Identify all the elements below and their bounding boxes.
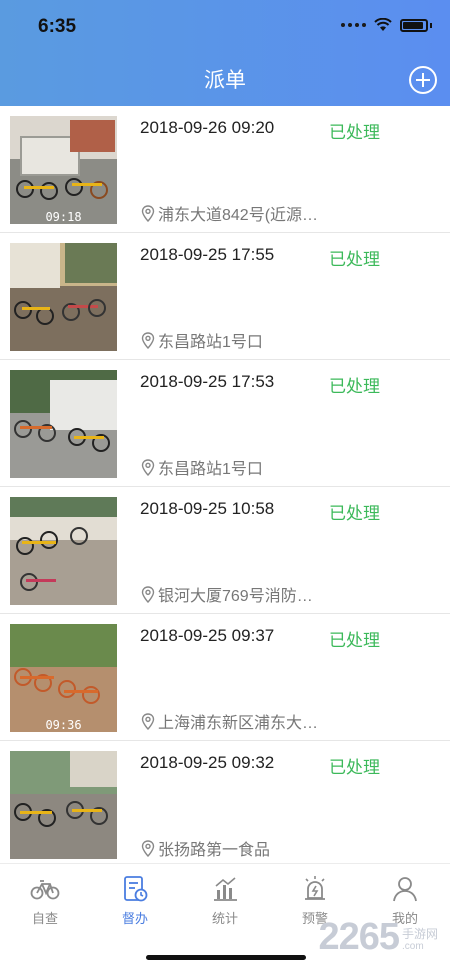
tab-label: 统计	[211, 911, 238, 926]
battery-icon	[400, 18, 428, 32]
order-row[interactable]: 2018-09-25 10:58 已处理 银河大厦769号消防…	[0, 487, 450, 614]
order-list[interactable]: 09:18 2018-09-26 09:20 已处理 浦东大道842号(近源… …	[0, 106, 450, 863]
tab-self-check[interactable]: 自查	[15, 874, 75, 927]
tab-label: 自查	[31, 911, 58, 926]
watermark-cn: 手游网	[401, 927, 438, 941]
order-photo: 09:36	[10, 624, 117, 732]
order-photo: 09:18	[10, 116, 117, 224]
order-location-text: 浦东大道842号(近源…	[158, 207, 319, 224]
order-datetime: 2018-09-25 09:32	[140, 753, 275, 772]
order-status: 已处理	[329, 631, 380, 650]
order-location: 张扬路第一食品	[141, 836, 270, 860]
add-order-button[interactable]	[409, 66, 437, 94]
order-photo	[10, 370, 117, 478]
status-icons	[341, 18, 432, 32]
order-row[interactable]: 09:18 2018-09-26 09:20 已处理 浦东大道842号(近源…	[0, 106, 450, 233]
order-status: 已处理	[329, 377, 380, 396]
order-photo	[10, 243, 117, 351]
order-location-text: 上海浦东新区浦东大…	[158, 715, 319, 732]
location-pin-icon	[141, 839, 155, 857]
order-datetime: 2018-09-25 09:37	[140, 626, 275, 645]
order-location: 东昌路站1号口	[141, 328, 263, 352]
order-location: 东昌路站1号口	[141, 455, 263, 479]
order-location-text: 张扬路第一食品	[158, 842, 271, 859]
tab-label: 督办	[121, 911, 148, 926]
location-pin-icon	[141, 458, 155, 476]
app-header: 6:35 派单	[0, 0, 450, 106]
tab-supervise[interactable]: 督办	[105, 874, 165, 927]
photo-timestamp: 09:18	[45, 210, 82, 224]
order-location-text: 东昌路站1号口	[158, 334, 263, 351]
status-time: 6:35	[38, 16, 77, 37]
order-row[interactable]: 2018-09-25 17:53 已处理 东昌路站1号口	[0, 360, 450, 487]
photo-timestamp: 09:36	[45, 718, 82, 732]
order-location: 上海浦东新区浦东大…	[141, 709, 318, 733]
order-status: 已处理	[329, 758, 380, 777]
signal-icon	[341, 23, 366, 27]
location-pin-icon	[141, 712, 155, 730]
watermark-com: .com	[401, 941, 424, 952]
order-row[interactable]: 09:36 2018-09-25 09:37 已处理 上海浦东新区浦东大…	[0, 614, 450, 741]
supervise-doc-icon	[124, 876, 148, 902]
home-indicator[interactable]	[146, 955, 306, 960]
order-photo	[10, 497, 117, 605]
bar-chart-icon	[214, 877, 237, 901]
order-photo	[10, 751, 117, 859]
watermark-number: 2265	[318, 916, 400, 958]
order-datetime: 2018-09-25 17:53	[140, 372, 275, 391]
order-datetime: 2018-09-26 09:20	[140, 118, 275, 137]
location-pin-icon	[141, 331, 155, 349]
order-datetime: 2018-09-25 17:55	[140, 245, 275, 264]
order-status: 已处理	[329, 504, 380, 523]
order-location-text: 东昌路站1号口	[158, 461, 263, 478]
wifi-icon	[374, 18, 392, 31]
location-pin-icon	[141, 585, 155, 603]
watermark-side: 手游网 .com	[402, 927, 438, 953]
order-location-text: 银河大厦769号消防…	[158, 588, 313, 605]
order-status: 已处理	[329, 123, 380, 142]
battery-cap	[430, 22, 432, 28]
order-datetime: 2018-09-25 10:58	[140, 499, 275, 518]
page-title: 派单	[204, 69, 246, 92]
status-bar: 6:35	[0, 0, 450, 52]
bicycle-icon	[30, 880, 60, 900]
order-row[interactable]: 2018-09-25 17:55 已处理 东昌路站1号口	[0, 233, 450, 360]
order-row[interactable]: 2018-09-25 09:32 已处理 张扬路第一食品	[0, 741, 450, 863]
location-pin-icon	[141, 204, 155, 222]
site-watermark: 2265 手游网 .com	[318, 917, 438, 957]
tab-statistics[interactable]: 统计	[195, 874, 255, 927]
order-status: 已处理	[329, 250, 380, 269]
order-location: 浦东大道842号(近源…	[141, 201, 318, 225]
person-icon	[393, 877, 417, 902]
alarm-icon	[305, 876, 325, 900]
order-location: 银河大厦769号消防…	[141, 582, 313, 606]
